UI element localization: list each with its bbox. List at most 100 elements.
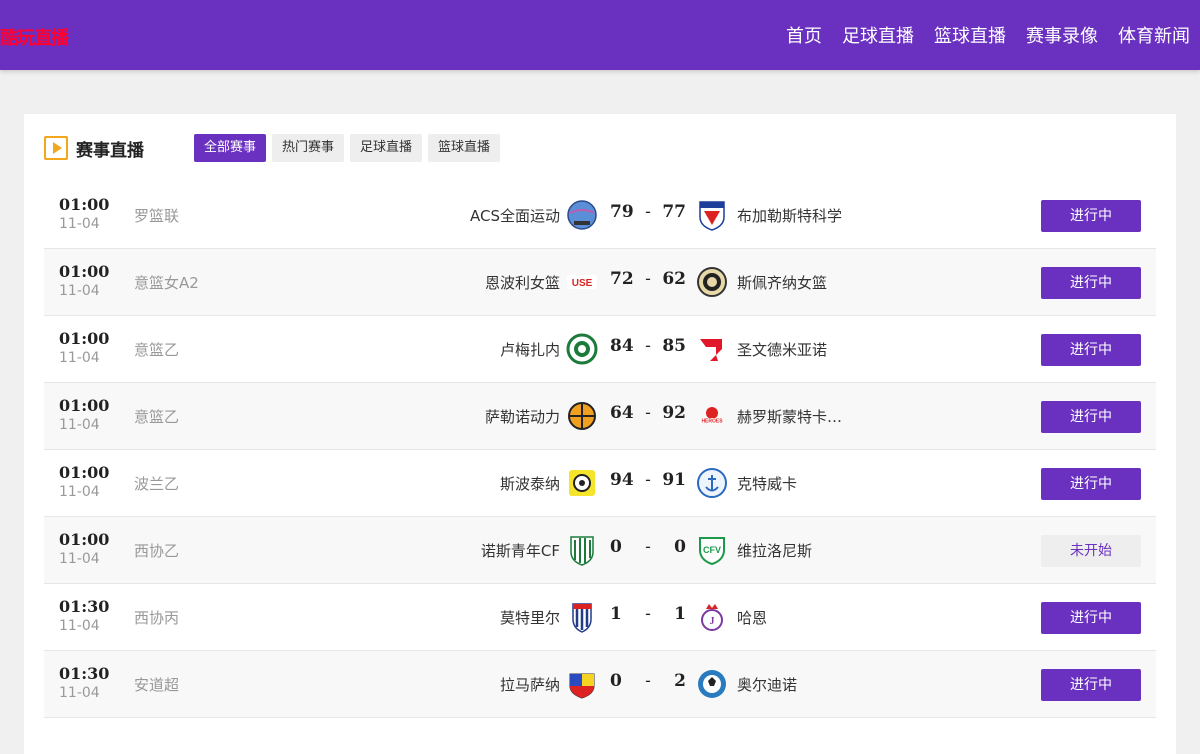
away-score: 92 <box>662 403 686 423</box>
home-score: 1 <box>610 604 622 624</box>
play-icon <box>44 136 68 160</box>
league-name[interactable]: 意篮乙 <box>134 406 179 427</box>
away-team-name[interactable]: 维拉洛尼斯 <box>737 540 812 561</box>
away-score: 2 <box>674 671 686 691</box>
home-team-name[interactable]: 诺斯青年CF <box>481 540 560 561</box>
home-team-logo-icon <box>572 603 592 633</box>
away-team-name[interactable]: 克特威卡 <box>737 473 797 494</box>
home-team-name[interactable]: 斯波泰纳 <box>500 473 560 494</box>
away-team-name[interactable]: 布加勒斯特科学 <box>737 205 842 226</box>
league-name[interactable]: 安道超 <box>134 674 179 695</box>
away-score: 62 <box>662 269 686 289</box>
score-separator: - <box>645 202 651 222</box>
home-team-name[interactable]: 莫特里尔 <box>500 607 560 628</box>
home-score: 72 <box>610 269 634 289</box>
home-team-logo-icon <box>568 402 596 430</box>
live-button[interactable]: 进行中 <box>1041 602 1141 634</box>
match-row[interactable]: 01:00 11-04 意篮乙 卢梅扎内 84 - 85 圣文德米亚诺 进行中 <box>44 316 1156 383</box>
away-score: 85 <box>662 336 686 356</box>
home-team-name[interactable]: 恩波利女篮 <box>485 272 560 293</box>
live-button[interactable]: 进行中 <box>1041 669 1141 701</box>
match-row[interactable]: 01:30 11-04 安道超 拉马萨纳 0 - 2 奥尔迪诺 进行中 <box>44 651 1156 718</box>
nav-replays[interactable]: 赛事录像 <box>1026 22 1098 48</box>
away-team-name[interactable]: 赫罗斯蒙特卡… <box>737 406 842 427</box>
match-time: 01:30 <box>59 664 110 683</box>
tab-basketball-live[interactable]: 篮球直播 <box>428 134 501 162</box>
away-team-logo-icon: HEROES <box>699 407 725 425</box>
match-score: 84 - 85 <box>610 336 686 356</box>
away-score: 91 <box>662 470 686 490</box>
filter-tabs: 全部赛事 热门赛事 足球直播 篮球直播 <box>194 134 506 162</box>
score-separator: - <box>645 671 651 691</box>
svg-text:HEROES: HEROES <box>701 419 723 425</box>
match-time: 01:30 <box>59 597 110 616</box>
live-button[interactable]: 进行中 <box>1041 334 1141 366</box>
site-logo[interactable]: 酷玩直播 <box>0 24 69 50</box>
match-score: 72 - 62 <box>610 269 686 289</box>
match-row[interactable]: 01:00 11-04 意篮乙 萨勒诺动力 64 - 92 HEROES 赫罗斯… <box>44 383 1156 450</box>
league-name[interactable]: 意篮女A2 <box>134 272 199 293</box>
league-name[interactable]: 西协丙 <box>134 607 179 628</box>
score-separator: - <box>645 403 651 423</box>
live-button[interactable]: 进行中 <box>1041 401 1141 433</box>
match-score: 0 - 0 <box>610 537 686 557</box>
home-score: 79 <box>610 202 634 222</box>
match-score: 64 - 92 <box>610 403 686 423</box>
match-row[interactable]: 01:30 11-04 西协丙 莫特里尔 1 - 1 J 哈恩 进行中 <box>44 584 1156 651</box>
match-date: 11-04 <box>59 417 100 433</box>
away-team-logo-icon <box>700 339 722 361</box>
home-team-name[interactable]: 卢梅扎内 <box>500 339 560 360</box>
nav-football-live[interactable]: 足球直播 <box>842 22 914 48</box>
home-team-logo-icon <box>566 333 598 365</box>
match-date: 11-04 <box>59 350 100 366</box>
panel-title: 赛事直播 <box>76 140 144 161</box>
home-team-logo-icon <box>569 470 595 496</box>
score-separator: - <box>645 269 651 289</box>
svg-text:CFV: CFV <box>703 545 721 555</box>
home-score: 64 <box>610 403 634 423</box>
not-started-button[interactable]: 未开始 <box>1041 535 1141 567</box>
away-team-name[interactable]: 圣文德米亚诺 <box>737 339 827 360</box>
away-team-name[interactable]: 斯佩齐纳女篮 <box>737 272 827 293</box>
away-score: 77 <box>662 202 686 222</box>
match-list: 01:00 11-04 罗篮联 ACS全面运动 79 - 77 布加勒斯特科学 … <box>44 182 1156 718</box>
tab-football-live[interactable]: 足球直播 <box>350 134 423 162</box>
match-row[interactable]: 01:00 11-04 罗篮联 ACS全面运动 79 - 77 布加勒斯特科学 … <box>44 182 1156 249</box>
match-row[interactable]: 01:00 11-04 意篮女A2 恩波利女篮 USE 72 - 62 斯佩齐纳… <box>44 249 1156 316</box>
tab-hot-matches[interactable]: 热门赛事 <box>272 134 345 162</box>
home-team-name[interactable]: 拉马萨纳 <box>500 674 560 695</box>
league-name[interactable]: 罗篮联 <box>134 205 179 226</box>
live-matches-panel: 赛事直播 全部赛事 热门赛事 足球直播 篮球直播 01:00 11-04 罗篮联… <box>24 114 1176 754</box>
away-team-name[interactable]: 哈恩 <box>737 607 767 628</box>
score-separator: - <box>645 470 651 490</box>
home-team-name[interactable]: ACS全面运动 <box>470 205 560 226</box>
nav-basketball-live[interactable]: 篮球直播 <box>934 22 1006 48</box>
match-time: 01:00 <box>59 262 110 281</box>
match-row[interactable]: 01:00 11-04 波兰乙 斯波泰纳 94 - 91 克特威卡 进行中 <box>44 450 1156 517</box>
match-row[interactable]: 01:00 11-04 西协乙 诺斯青年CF 0 - 0 CFV 维拉洛尼斯 未… <box>44 517 1156 584</box>
match-time: 01:00 <box>59 195 110 214</box>
home-team-logo-icon: USE <box>567 275 597 289</box>
league-name[interactable]: 西协乙 <box>134 540 179 561</box>
live-button[interactable]: 进行中 <box>1041 267 1141 299</box>
panel-header: 赛事直播 全部赛事 热门赛事 足球直播 篮球直播 <box>44 134 506 162</box>
league-name[interactable]: 意篮乙 <box>134 339 179 360</box>
live-button[interactable]: 进行中 <box>1041 200 1141 232</box>
match-date: 11-04 <box>59 484 100 500</box>
home-score: 0 <box>610 671 622 691</box>
live-button[interactable]: 进行中 <box>1041 468 1141 500</box>
home-score: 94 <box>610 470 634 490</box>
match-date: 11-04 <box>59 216 100 232</box>
match-score: 1 - 1 <box>610 604 686 624</box>
match-time: 01:00 <box>59 463 110 482</box>
match-date: 11-04 <box>59 283 100 299</box>
nav-home[interactable]: 首页 <box>786 22 822 48</box>
score-separator: - <box>645 537 651 557</box>
match-score: 79 - 77 <box>610 202 686 222</box>
nav-sports-news[interactable]: 体育新闻 <box>1118 22 1190 48</box>
away-team-name[interactable]: 奥尔迪诺 <box>737 674 797 695</box>
league-name[interactable]: 波兰乙 <box>134 473 179 494</box>
away-team-logo-icon <box>699 201 725 231</box>
tab-all-matches[interactable]: 全部赛事 <box>194 134 267 162</box>
home-team-name[interactable]: 萨勒诺动力 <box>485 406 560 427</box>
